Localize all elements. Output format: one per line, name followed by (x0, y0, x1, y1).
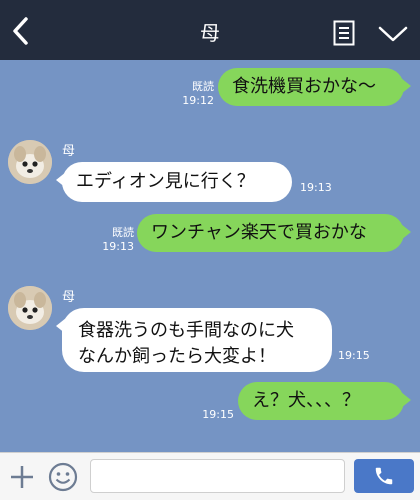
message-text: 食洗機買おかな〜 (232, 76, 376, 97)
chevron-down-icon (378, 26, 408, 42)
outgoing-message[interactable]: ワンチャン楽天で買おかな (137, 214, 404, 252)
avatar[interactable] (8, 286, 52, 330)
message-list[interactable]: 既読 19:12 食洗機買おかな〜 母 エディオン見に行く？ 19:13 既読 … (0, 60, 420, 452)
read-label: 既読 (192, 80, 214, 93)
bubble-tail (401, 224, 411, 240)
dog-avatar-icon (8, 140, 52, 184)
phone-icon (375, 467, 393, 485)
message-input[interactable] (90, 459, 345, 493)
message-time: 19:13 (300, 181, 332, 194)
avatar[interactable] (8, 140, 52, 184)
input-bar (0, 452, 420, 500)
incoming-message[interactable]: 食器洗うのも手間なのに犬 なんか飼ったら大変よ！ (62, 308, 332, 372)
dropdown-button[interactable] (376, 22, 410, 46)
emoji-icon (48, 462, 78, 492)
plus-icon (11, 466, 33, 488)
message-time: 19:15 (338, 349, 370, 362)
message-time: 19:15 (202, 408, 234, 421)
chat-header: 母 (0, 0, 420, 60)
read-status: 既読 19:13 (100, 226, 134, 254)
bubble-tail (401, 78, 411, 94)
message-text: エディオン見に行く？ (76, 171, 255, 192)
bubble-tail (401, 392, 411, 408)
message-text: ワンチャン楽天で買おかな (151, 222, 367, 243)
note-icon (333, 20, 355, 46)
read-label: 既読 (112, 226, 134, 239)
message-text-line: なんか飼ったら大変よ！ (78, 346, 276, 367)
outgoing-message[interactable]: 食洗機買おかな〜 (218, 68, 404, 106)
sender-name: 母 (62, 290, 76, 305)
dog-avatar-icon (8, 286, 52, 330)
plus-button[interactable] (8, 463, 36, 491)
message-time: 19:12 (182, 94, 214, 107)
outgoing-message[interactable]: え？犬、、、？ (238, 382, 404, 420)
sender-name: 母 (62, 144, 76, 159)
read-status: 既読 19:12 (180, 80, 214, 108)
chat-title: 母 (200, 21, 220, 45)
message-text: え？犬、、、？ (252, 390, 360, 411)
note-button[interactable] (332, 19, 356, 47)
message-text-line: 食器洗うのも手間なのに犬 (78, 320, 294, 341)
message-time: 19:13 (102, 240, 134, 253)
emoji-button[interactable] (48, 462, 78, 492)
incoming-message[interactable]: エディオン見に行く？ (62, 162, 292, 202)
call-button[interactable] (354, 459, 414, 493)
